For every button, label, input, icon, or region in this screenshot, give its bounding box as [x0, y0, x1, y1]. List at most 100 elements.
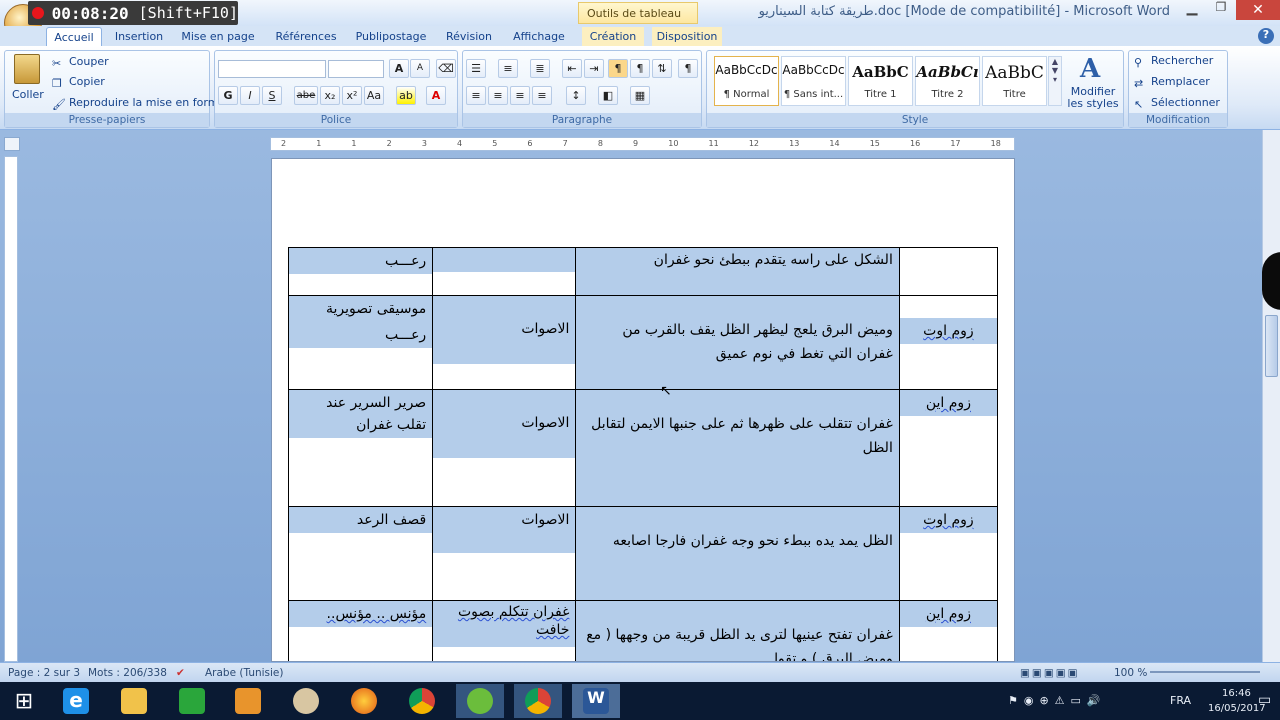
cell-shot[interactable]: زوم اين — [898, 389, 999, 507]
bullets-icon[interactable]: ☰ — [466, 59, 486, 78]
zoom-level[interactable]: 100 % — [1114, 667, 1147, 679]
vertical-ruler[interactable] — [4, 156, 18, 662]
italic-button[interactable]: I — [240, 86, 260, 105]
notification-icon[interactable]: ▭ — [1258, 692, 1271, 708]
close-button[interactable]: ✕ — [1236, 0, 1280, 20]
taskbar-firefox[interactable] — [340, 684, 388, 718]
scrollbar-thumb[interactable] — [1265, 315, 1278, 377]
horizontal-ruler[interactable]: 2 1 1 2 3 4 5 6 7 8 9 10 11 12 13 14 15 16 17 18 — [270, 137, 1015, 151]
shrink-font-button[interactable]: A — [410, 59, 430, 78]
vertical-scrollbar[interactable] — [1262, 130, 1280, 662]
table-row[interactable]: قصف الرعد الاصوات الظل يمد يده ببطء نحو وج… — [287, 506, 999, 601]
align-right-icon[interactable]: ≡ — [510, 86, 530, 105]
line-spacing-icon[interactable]: ↕ — [566, 86, 586, 105]
cell-sound[interactable]: الاصوات — [432, 295, 577, 390]
style-no-spacing[interactable]: AaBbCcDc ¶ Sans int... — [781, 56, 846, 106]
taskbar-chrome-2[interactable] — [514, 684, 562, 718]
find-button[interactable]: ⚲ Rechercher — [1134, 54, 1213, 69]
highlight-icon[interactable]: ab — [396, 86, 416, 105]
cell-sound[interactable]: الاصوات — [432, 389, 577, 507]
tab-insertion[interactable]: Insertion — [110, 27, 168, 46]
align-center-icon[interactable]: ≡ — [488, 86, 508, 105]
help-icon[interactable]: ? — [1258, 28, 1274, 44]
style-heading2[interactable]: AaBbCı Titre 2 — [915, 56, 980, 106]
font-size-combo[interactable] — [328, 60, 384, 78]
table-row[interactable]: رعـــب الشكل على راسه يتقدم ببطئ نحو غفرا… — [287, 247, 999, 296]
input-language[interactable]: FRA — [1170, 694, 1191, 707]
document-page[interactable]: رعـــب الشكل على راسه يتقدم ببطئ نحو غفرا… — [271, 158, 1015, 662]
language-indicator[interactable]: Arabe (Tunisie) — [205, 667, 283, 679]
cell-sound[interactable]: غفران تتكلم بصوت خافت — [432, 600, 577, 661]
cut-button[interactable]: ✂ Couper — [52, 55, 109, 70]
cell-description[interactable]: غفران تفتح عينيها لترى يد الظل قريبة من … — [575, 600, 900, 661]
minimize-button[interactable]: ▁ — [1178, 0, 1206, 20]
font-name-combo[interactable] — [218, 60, 326, 78]
start-button[interactable]: ⊞ — [0, 684, 48, 718]
table-row[interactable]: صرير السرير عند تقلب غفران الاصوات غفران ت… — [287, 389, 999, 507]
page-indicator[interactable]: Page : 2 sur 3 — [8, 667, 80, 679]
grow-font-button[interactable]: A — [389, 59, 409, 78]
cell-music[interactable]: مؤنس .. مؤنس.. — [287, 600, 434, 661]
align-left-icon[interactable]: ≡ — [466, 86, 486, 105]
style-heading1[interactable]: AaBbC Titre 1 — [848, 56, 913, 106]
table-row[interactable]: موسيقى تصويرية رعـــب الاصوات وميض البرق يل… — [287, 295, 999, 390]
tab-mise-en-page[interactable]: Mise en page — [178, 27, 258, 46]
numbering-icon[interactable]: ≡ — [498, 59, 518, 78]
change-case-button[interactable]: Aa — [364, 86, 384, 105]
cell-description[interactable]: الشكل على راسه يتقدم ببطئ نحو غفران — [575, 247, 900, 296]
taskbar-word[interactable]: W — [572, 684, 620, 718]
restore-button[interactable]: ❐ — [1207, 0, 1235, 20]
view-buttons-icon[interactable]: ▣▣▣▣▣ — [1020, 667, 1080, 679]
styles-scroll-icon[interactable]: ▲ ▼ ▾ — [1048, 56, 1062, 106]
taskbar-ie[interactable]: e — [52, 684, 100, 718]
cell-shot[interactable]: زوم اوت — [898, 295, 999, 390]
style-normal[interactable]: AaBbCcDc ¶ Normal — [714, 56, 779, 106]
borders-icon[interactable]: ▦ — [630, 86, 650, 105]
paste-icon[interactable] — [14, 54, 40, 84]
style-title[interactable]: AaBbC Titre — [982, 56, 1047, 106]
show-marks-icon[interactable]: ¶ — [678, 59, 698, 78]
tab-creation[interactable]: Création — [582, 27, 644, 46]
select-button[interactable]: ↖ Sélectionner — [1134, 96, 1220, 111]
cell-shot[interactable]: زوم اين — [898, 600, 999, 661]
cell-sound[interactable] — [432, 247, 577, 296]
tab-publipostage[interactable]: Publipostage — [352, 27, 430, 46]
cell-music[interactable]: صرير السرير عند تقلب غفران — [287, 389, 434, 507]
taskbar-media[interactable] — [224, 684, 272, 718]
format-painter-button[interactable]: 🖌 Reproduire la mise en forme — [52, 96, 225, 111]
multilevel-list-icon[interactable]: ≣ — [530, 59, 550, 78]
underline-button[interactable]: S — [262, 86, 282, 105]
tab-references[interactable]: Références — [268, 27, 344, 46]
clock-date[interactable]: 16/05/2017 — [1208, 703, 1266, 714]
strikethrough-button[interactable]: abe — [294, 86, 318, 105]
cell-shot[interactable]: زوم اوت — [898, 506, 999, 601]
table-row[interactable]: مؤنس .. مؤنس.. غفران تتكلم بصوت خافت غفران… — [287, 600, 999, 661]
clear-format-icon[interactable]: ⌫ — [436, 59, 456, 78]
word-count[interactable]: Mots : 206/338 — [88, 667, 167, 679]
cell-description[interactable]: وميض البرق يلعج ليظهر الظل يقف بالقرب من… — [575, 295, 900, 390]
taskbar-store[interactable] — [168, 684, 216, 718]
tab-accueil[interactable]: Accueil — [46, 27, 102, 46]
tab-revision[interactable]: Révision — [440, 27, 498, 46]
justify-icon[interactable]: ≡ — [532, 86, 552, 105]
scenario-table[interactable]: رعـــب الشكل على راسه يتقدم ببطئ نحو غفرا… — [287, 247, 999, 661]
proofing-icon[interactable]: ✔ — [176, 667, 185, 679]
taskbar-utorrent[interactable] — [456, 684, 504, 718]
cell-sound[interactable]: الاصوات — [432, 506, 577, 601]
cell-shot[interactable] — [898, 247, 999, 296]
cell-music[interactable]: رعـــب — [287, 247, 434, 296]
subscript-button[interactable]: x₂ — [320, 86, 340, 105]
superscript-button[interactable]: x² — [342, 86, 362, 105]
tab-selector[interactable] — [4, 137, 20, 151]
taskbar-chrome[interactable] — [398, 684, 446, 718]
copy-button[interactable]: ❐ Copier — [52, 75, 105, 90]
rtl-direction-icon[interactable]: ¶ — [608, 59, 628, 78]
sort-icon[interactable]: ⇅ — [652, 59, 672, 78]
paste-button[interactable]: Coller — [12, 88, 44, 101]
zoom-slider[interactable] — [1150, 671, 1260, 673]
cell-description[interactable]: الظل يمد يده ببطء نحو وجه غفران فارجا اص… — [575, 506, 900, 601]
tab-affichage[interactable]: Affichage — [508, 27, 570, 46]
tab-disposition[interactable]: Disposition — [652, 27, 722, 46]
shading-icon[interactable]: ◧ — [598, 86, 618, 105]
taskbar-paint[interactable] — [282, 684, 330, 718]
